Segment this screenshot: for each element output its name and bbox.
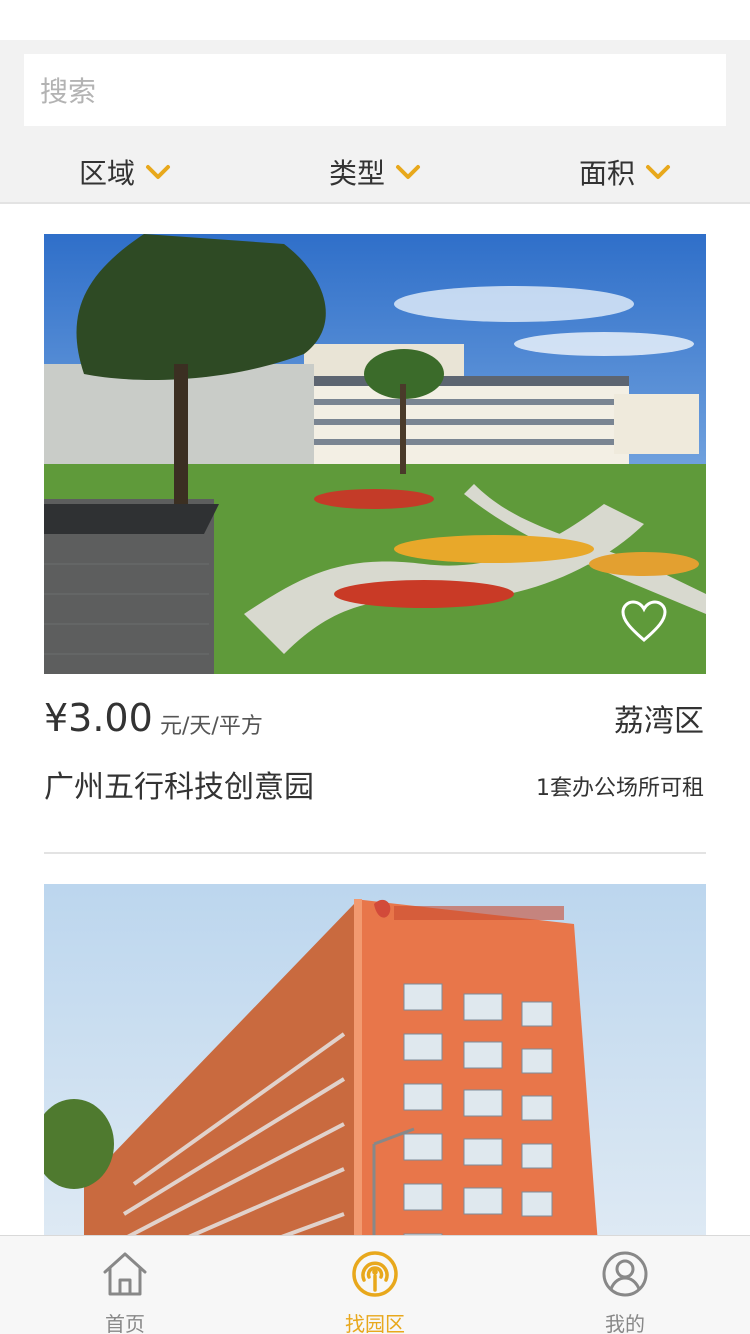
- filter-area-size[interactable]: 面积: [500, 148, 750, 196]
- chevron-down-icon: [396, 165, 420, 179]
- broadcast-icon: [352, 1251, 398, 1297]
- listing-price: ¥3.00: [44, 696, 153, 740]
- chevron-down-icon: [146, 165, 170, 179]
- listing-price-unit: 元/天/平方: [160, 714, 263, 739]
- filter-bar: 区域 类型 面积: [0, 148, 750, 196]
- user-icon: [602, 1251, 648, 1297]
- listing-card[interactable]: ¥3.00 元/天/平方 荔湾区 广州五行科技创意园 1套办公场所可租: [44, 234, 706, 830]
- tab-profile[interactable]: 我的: [500, 1236, 750, 1334]
- building-photo-illustration: [44, 884, 706, 1235]
- listing-card[interactable]: [44, 884, 706, 1235]
- filter-area-size-label: 面积: [578, 157, 635, 190]
- filter-area: 搜索 区域 类型 面积: [0, 40, 750, 204]
- listing-divider: [44, 852, 706, 854]
- status-bar: [0, 0, 750, 40]
- listing-district: 荔湾区: [614, 704, 704, 739]
- chevron-down-icon: [646, 165, 670, 179]
- listing-photo[interactable]: [44, 884, 706, 1235]
- tab-bar: 首页 找园区 我的: [0, 1235, 750, 1334]
- search-input[interactable]: 搜索: [24, 54, 726, 126]
- heart-icon[interactable]: [620, 600, 668, 644]
- home-icon: [103, 1252, 147, 1296]
- tab-find-park[interactable]: 找园区: [250, 1236, 500, 1334]
- listing-name: 广州五行科技创意园: [44, 770, 314, 805]
- filter-type[interactable]: 类型: [250, 148, 500, 196]
- tab-home[interactable]: 首页: [0, 1236, 250, 1334]
- search-placeholder: 搜索: [40, 75, 97, 108]
- park-photo-illustration: [44, 234, 706, 674]
- listing-list[interactable]: ¥3.00 元/天/平方 荔湾区 广州五行科技创意园 1套办公场所可租: [0, 204, 750, 1235]
- tab-home-label: 首页: [105, 1312, 145, 1334]
- tab-profile-label: 我的: [605, 1312, 645, 1334]
- tab-find-park-label: 找园区: [345, 1312, 405, 1334]
- filter-region-label: 区域: [78, 157, 135, 190]
- listing-photo[interactable]: [44, 234, 706, 674]
- filter-type-label: 类型: [328, 157, 385, 190]
- filter-region[interactable]: 区域: [0, 148, 250, 196]
- listing-availability: 1套办公场所可租: [536, 776, 704, 801]
